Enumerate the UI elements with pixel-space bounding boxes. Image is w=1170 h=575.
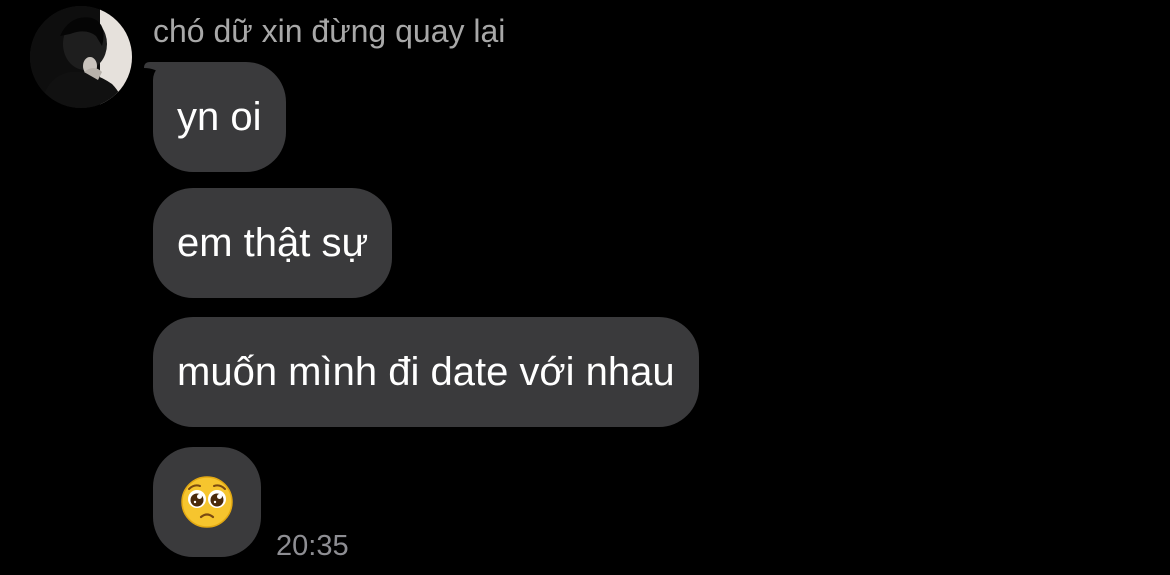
message-bubble-emoji[interactable]	[153, 447, 261, 557]
sender-name: chó dữ xin đừng quay lại	[153, 13, 506, 49]
message-bubble[interactable]: yn oi	[153, 62, 286, 172]
avatar-image	[30, 6, 132, 108]
message-text: em thật sự	[177, 221, 369, 265]
message-text: muốn mình đi date với nhau	[177, 350, 675, 394]
message-text: yn oi	[177, 95, 262, 139]
avatar[interactable]	[30, 6, 132, 108]
message-bubble[interactable]: muốn mình đi date với nhau	[153, 317, 699, 427]
pleading-face-icon	[180, 475, 234, 529]
message-bubble[interactable]: em thật sự	[153, 188, 393, 298]
message-timestamp: 20:35	[276, 530, 349, 562]
